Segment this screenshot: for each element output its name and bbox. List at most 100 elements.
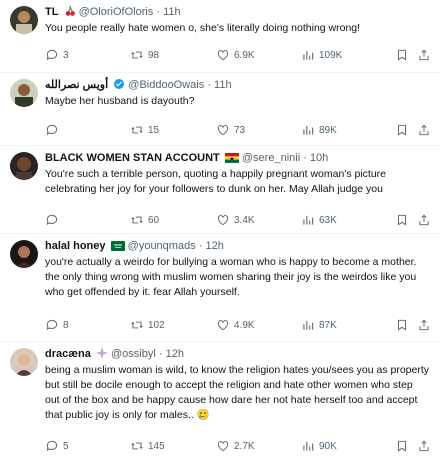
author-handle[interactable]: @BiddooOwais	[128, 79, 204, 91]
bookmark-button[interactable]	[395, 48, 409, 62]
author-handle[interactable]: @sere_ninii	[242, 152, 300, 164]
author-name[interactable]: halal honey	[45, 240, 106, 252]
like-button[interactable]: 4.9K	[216, 318, 255, 332]
share-button[interactable]	[417, 213, 431, 227]
tweet[interactable]: BLACK WOMEN STAN ACCOUNT @sere_ninii · 1…	[0, 146, 440, 234]
ghana-flag-icon	[224, 152, 239, 166]
action-bar: 60 3.4K 63K	[45, 213, 430, 229]
author-name[interactable]: BLACK WOMEN STAN ACCOUNT	[45, 152, 220, 164]
timestamp[interactable]: 10h	[310, 152, 328, 164]
like-button[interactable]: 73	[216, 123, 245, 137]
action-bar: 5 145 2.7K 90K	[45, 439, 430, 455]
views-button[interactable]: 87K	[301, 318, 337, 332]
reply-count: 5	[63, 440, 69, 452]
like-button[interactable]: 2.7K	[216, 439, 255, 453]
retweet-button[interactable]: 98	[130, 48, 159, 62]
verified-icon	[113, 78, 125, 93]
bookmark-button[interactable]	[395, 213, 409, 227]
author-name[interactable]: dracæna	[45, 348, 91, 360]
heart-icon	[216, 48, 230, 62]
tweet[interactable]: dracæna @ossibyl · 12h being a muslim wo…	[0, 342, 440, 457]
share-icon	[417, 48, 431, 62]
retweet-icon	[130, 123, 144, 137]
reply-count: 8	[63, 319, 69, 331]
like-count: 3.4K	[234, 214, 255, 226]
retweet-button[interactable]: 145	[130, 439, 165, 453]
share-button[interactable]	[417, 48, 431, 62]
reply-button[interactable]	[45, 123, 63, 137]
author-handle[interactable]: @ossibyl	[111, 348, 156, 360]
like-count: 2.7K	[234, 440, 255, 452]
retweet-icon	[130, 439, 144, 453]
action-bar: 8 102 4.9K 87K	[45, 318, 430, 334]
avatar[interactable]	[10, 152, 38, 180]
reply-button[interactable]: 5	[45, 439, 69, 453]
views-button[interactable]: 109K	[301, 48, 342, 62]
views-icon	[301, 213, 315, 227]
tweet[interactable]: halal honey @younqmads · 12h you're actu…	[0, 234, 440, 342]
like-button[interactable]: 3.4K	[216, 213, 255, 227]
author-handle[interactable]: @OloriOfOloris	[79, 6, 154, 18]
retweet-icon	[130, 48, 144, 62]
bookmark-icon	[395, 48, 409, 62]
tweet-text: being a muslim woman is wild, to know th…	[45, 364, 430, 421]
avatar[interactable]	[10, 6, 38, 34]
author-name[interactable]: أويس نصرالله	[45, 79, 108, 91]
reply-icon	[45, 48, 59, 62]
like-count: 4.9K	[234, 319, 255, 331]
timestamp[interactable]: 11h	[163, 6, 181, 18]
retweet-count: 15	[148, 124, 160, 136]
heart-icon	[216, 318, 230, 332]
timestamp[interactable]: 12h	[166, 348, 184, 360]
reply-button[interactable]	[45, 213, 63, 227]
tweet-text: you're actually a weirdo for bullying a …	[45, 256, 417, 298]
author-handle[interactable]: @younqmads	[128, 240, 196, 252]
share-icon	[417, 123, 431, 137]
tweet-text: Maybe her husband is dayouth?	[45, 95, 195, 107]
view-count: 90K	[319, 440, 337, 452]
views-icon	[301, 439, 315, 453]
reply-count: 3	[63, 49, 69, 61]
share-icon	[417, 439, 431, 453]
views-button[interactable]: 63K	[301, 213, 337, 227]
views-button[interactable]: 89K	[301, 123, 337, 137]
tweet-text: You're such a terrible person, quoting a…	[45, 168, 386, 195]
author-name[interactable]: TL	[45, 6, 58, 18]
retweet-button[interactable]: 15	[130, 123, 159, 137]
share-icon	[417, 318, 431, 332]
retweet-count: 145	[148, 440, 165, 452]
views-icon	[301, 123, 315, 137]
tweet-text: You people really hate women o, she's li…	[45, 22, 361, 34]
retweet-count: 60	[148, 214, 160, 226]
heart-icon	[216, 123, 230, 137]
avatar[interactable]	[10, 348, 38, 376]
saudi-flag-icon	[110, 240, 125, 254]
reply-icon	[45, 318, 59, 332]
timestamp[interactable]: 11h	[214, 79, 232, 91]
like-button[interactable]: 6.9K	[216, 48, 255, 62]
tweet[interactable]: TL @OloriOfOloris · 11h You people reall…	[0, 0, 440, 73]
views-button[interactable]: 90K	[301, 439, 337, 453]
retweet-icon	[130, 213, 144, 227]
tweet[interactable]: أويس نصرالله @BiddooOwais · 11h Maybe he…	[0, 73, 440, 146]
heart-icon	[216, 213, 230, 227]
avatar[interactable]	[10, 240, 38, 268]
cherries-icon	[64, 5, 76, 20]
bookmark-button[interactable]	[395, 123, 409, 137]
timestamp[interactable]: 12h	[206, 240, 224, 252]
share-button[interactable]	[417, 123, 431, 137]
reply-icon	[45, 213, 59, 227]
view-count: 89K	[319, 124, 337, 136]
share-button[interactable]	[417, 439, 431, 453]
bookmark-icon	[395, 318, 409, 332]
bookmark-icon	[395, 439, 409, 453]
reply-button[interactable]: 3	[45, 48, 69, 62]
share-button[interactable]	[417, 318, 431, 332]
retweet-button[interactable]: 102	[130, 318, 165, 332]
avatar[interactable]	[10, 79, 38, 107]
bookmark-button[interactable]	[395, 439, 409, 453]
reply-button[interactable]: 8	[45, 318, 69, 332]
views-icon	[301, 318, 315, 332]
bookmark-button[interactable]	[395, 318, 409, 332]
retweet-button[interactable]: 60	[130, 213, 159, 227]
